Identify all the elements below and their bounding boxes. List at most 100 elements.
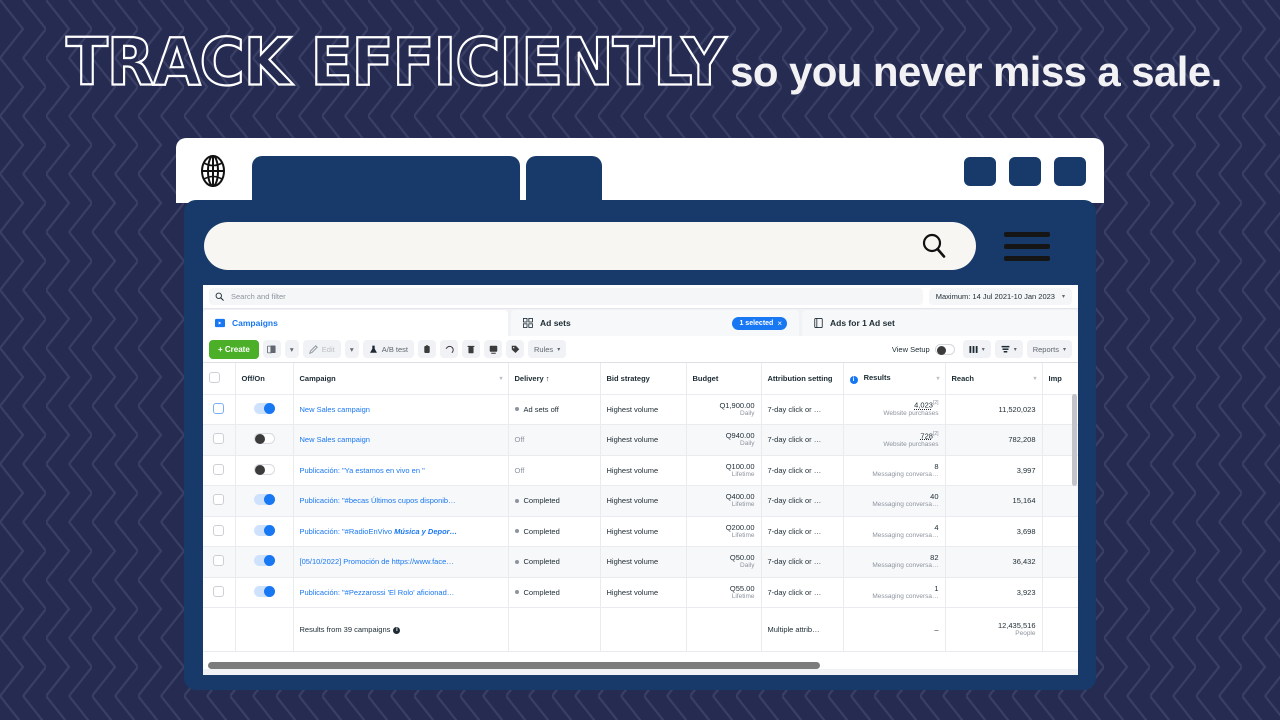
campaign-link[interactable]: Publicación: "Ya estamos en vivo en ": [300, 466, 425, 475]
row-checkbox[interactable]: [213, 494, 225, 506]
row-bid-strategy-cell: Highest volume: [600, 516, 687, 547]
table-row[interactable]: New Sales campaign Off Highest volume Q940.…: [203, 424, 1078, 456]
row-checkbox[interactable]: [213, 463, 225, 475]
row-toggle-on[interactable]: [253, 524, 275, 536]
tab-adsets[interactable]: Ad sets 1 selected ×: [511, 310, 799, 336]
tab-ads[interactable]: Ads for 1 Ad set: [802, 310, 1078, 336]
ab-test-button[interactable]: A/B test: [362, 340, 414, 358]
table-row[interactable]: Publicación: "#becas Últimos cupos dispo…: [203, 485, 1078, 517]
trash-glyph: [467, 345, 475, 353]
campaign-link[interactable]: New Sales campaign: [300, 435, 370, 444]
close-icon[interactable]: ×: [777, 319, 782, 328]
row-campaign-cell[interactable]: Publicación: "Ya estamos en vivo en ": [293, 455, 509, 486]
adsets-selected-badge[interactable]: 1 selected ×: [732, 316, 787, 330]
info-icon[interactable]: i: [393, 627, 401, 634]
campaign-link[interactable]: Publicación: "#becas Últimos cupos dispo…: [300, 496, 456, 505]
search-and-filter-input[interactable]: Search and filter: [209, 288, 923, 305]
status-dot-icon: [514, 407, 519, 412]
edit-button[interactable]: Edit: [302, 340, 341, 358]
rules-button[interactable]: Rules ▾: [528, 340, 567, 358]
delivery-status-label: Completed: [523, 526, 560, 536]
row-campaign-cell[interactable]: Publicación: "#Pezzarossi 'El Rolo' afic…: [293, 577, 509, 608]
row-checkbox-cell[interactable]: [203, 455, 236, 486]
window-button-minimize[interactable]: [964, 157, 996, 186]
vertical-scrollbar[interactable]: [1072, 394, 1077, 486]
row-toggle-on[interactable]: [253, 494, 275, 506]
row-offon-cell[interactable]: [235, 394, 294, 425]
horizontal-scrollbar-track[interactable]: [203, 659, 1078, 669]
window-button-close[interactable]: [1054, 157, 1086, 186]
window-button-maximize[interactable]: [1009, 157, 1041, 186]
table-row[interactable]: New Sales campaign Ad sets off Highest vol…: [203, 394, 1078, 425]
table-row[interactable]: Publicación: "#RadioEnVivo Música y Depo…: [203, 516, 1078, 547]
row-campaign-cell[interactable]: Publicación: "#RadioEnVivo Música y Depo…: [293, 516, 509, 547]
row-campaign-cell[interactable]: New Sales campaign: [293, 394, 509, 425]
row-checkbox-cell[interactable]: [203, 577, 236, 608]
hamburger-menu-icon[interactable]: [1004, 231, 1050, 261]
row-checkbox-cell[interactable]: [203, 424, 236, 456]
reports-button[interactable]: Reports ▾: [1026, 340, 1072, 358]
row-checkbox-cell[interactable]: [203, 516, 236, 547]
delivery-status-label: Completed: [523, 557, 560, 567]
row-toggle-off[interactable]: [253, 433, 275, 445]
browser-tab-2[interactable]: [526, 156, 602, 206]
tab-campaigns[interactable]: Campaigns: [203, 310, 508, 336]
header-select-all[interactable]: [203, 363, 236, 395]
view-setup-toggle[interactable]: [934, 343, 955, 355]
row-checkbox-cell[interactable]: [203, 394, 236, 425]
footer-reach-value: 12,435,516: [997, 620, 1036, 630]
row-campaign-cell[interactable]: [05/10/2022] Promoción de https://www.fa…: [293, 546, 509, 578]
row-toggle-off[interactable]: [253, 463, 275, 475]
tag-icon[interactable]: [506, 340, 524, 358]
row-offon-cell[interactable]: [235, 546, 294, 578]
campaign-link[interactable]: New Sales campaign: [300, 405, 370, 414]
browser-search-input[interactable]: [204, 222, 976, 270]
row-offon-cell[interactable]: [235, 485, 294, 517]
edit-dropdown[interactable]: ▾: [344, 340, 359, 358]
export-icon[interactable]: [484, 340, 502, 358]
row-offon-cell[interactable]: [235, 455, 294, 486]
row-checkbox[interactable]: [213, 402, 225, 414]
header-reach[interactable]: Reach ▾: [945, 363, 1043, 395]
table-row[interactable]: Publicación: "#Pezzarossi 'El Rolo' afic…: [203, 577, 1078, 608]
campaign-link[interactable]: [05/10/2022] Promoción de https://www.fa…: [300, 557, 454, 566]
copy-glyph: [424, 344, 430, 353]
header-delivery[interactable]: Delivery ↑: [508, 363, 601, 395]
row-offon-cell[interactable]: [235, 424, 294, 456]
row-checkbox[interactable]: [213, 524, 225, 536]
row-campaign-cell[interactable]: Publicación: "#becas Últimos cupos dispo…: [293, 485, 509, 517]
row-checkbox-cell[interactable]: [203, 485, 236, 517]
select-all-checkbox[interactable]: [209, 371, 220, 383]
copy-icon[interactable]: [418, 340, 436, 358]
row-checkbox[interactable]: [213, 555, 225, 567]
duplicate-icon[interactable]: [262, 340, 281, 358]
row-toggle-on[interactable]: [253, 585, 275, 597]
delete-icon[interactable]: [462, 340, 480, 358]
tab-bar: Campaigns Ad sets 1 selected × Ads for 1…: [203, 309, 1078, 336]
row-checkbox-cell[interactable]: [203, 546, 236, 578]
row-toggle-on[interactable]: [253, 402, 275, 414]
browser-tab-1[interactable]: [252, 156, 520, 206]
undo-icon[interactable]: [440, 340, 458, 358]
header-results[interactable]: i Results ▾: [843, 363, 946, 395]
campaign-link[interactable]: Publicación: "#Pezzarossi 'El Rolo' afic…: [300, 588, 455, 597]
row-toggle-on[interactable]: [253, 555, 275, 567]
create-button[interactable]: + Create: [209, 339, 259, 359]
row-offon-cell[interactable]: [235, 577, 294, 608]
breakdown-button[interactable]: ▾: [994, 340, 1023, 358]
row-campaign-cell[interactable]: New Sales campaign: [293, 424, 509, 456]
results-metric: Messaging conversa…: [872, 562, 939, 570]
horizontal-scrollbar[interactable]: [208, 662, 820, 669]
duplicate-dropdown[interactable]: ▾: [284, 340, 299, 358]
campaign-link[interactable]: Publicación: "#RadioEnVivo Música y Depo…: [300, 527, 458, 536]
row-offon-cell[interactable]: [235, 516, 294, 547]
columns-button[interactable]: ▾: [962, 340, 991, 358]
table-row[interactable]: Publicación: "Ya estamos en vivo en " Off…: [203, 455, 1078, 486]
row-checkbox[interactable]: [213, 433, 225, 445]
table-row[interactable]: [05/10/2022] Promoción de https://www.fa…: [203, 546, 1078, 578]
headline-solid-text: so you never miss a sale.: [730, 48, 1222, 95]
header-campaign[interactable]: Campaign ▾: [293, 363, 509, 395]
view-setup-control[interactable]: View Setup: [892, 343, 955, 355]
date-range-selector[interactable]: Maximum: 14 Jul 2021-10 Jan 2023 ▾: [928, 288, 1072, 305]
row-checkbox[interactable]: [213, 585, 225, 597]
